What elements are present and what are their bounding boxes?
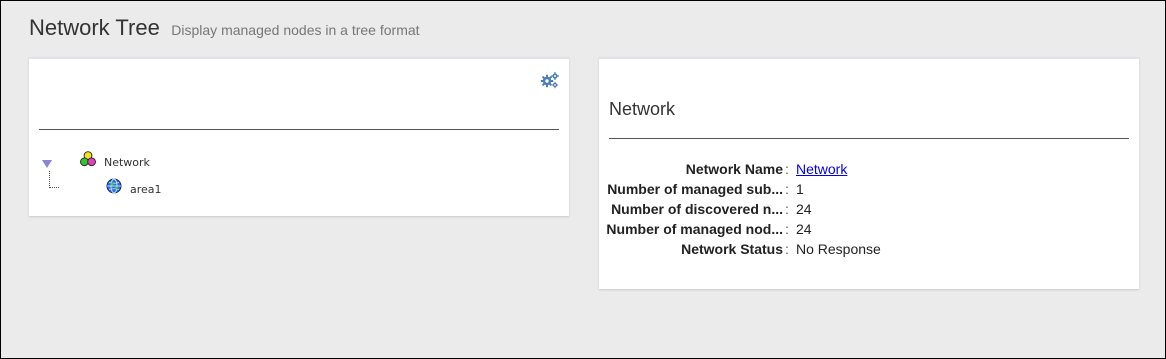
detail-key: Network Status [681,241,783,257]
network-group-icon [80,151,96,167]
tree-node-area1[interactable]: area1 [130,183,162,196]
globe-icon [106,178,122,194]
details-panel: Network Network Name : Network Number of… [599,57,1139,289]
network-name-link[interactable]: Network [796,161,847,177]
status-value: No Response [796,241,881,257]
detail-separator: : [785,181,789,197]
detail-separator: : [785,201,789,217]
gear-icon[interactable] [540,71,560,89]
tree-panel: Network area1 [29,57,569,216]
details-title: Network [609,99,676,119]
detail-key: Number of managed nod... [606,221,783,237]
detail-separator: : [785,221,789,237]
tree-node-network[interactable]: Network [104,156,150,169]
detail-key: Number of discovered n... [611,201,783,217]
detail-separator: : [785,241,789,257]
tree-connector [49,171,50,188]
detail-key: Network Name [685,161,783,177]
page-header: Network Tree Display managed nodes in a … [29,15,420,41]
detail-value: 1 [796,181,804,197]
detail-value: 24 [796,221,812,237]
page-title: Network Tree [29,15,160,40]
chevron-down-icon[interactable] [42,156,52,168]
detail-separator: : [785,161,789,177]
detail-key: Number of managed sub... [607,181,783,197]
page-subtitle: Display managed nodes in a tree format [171,22,420,38]
tree-connector [49,187,59,188]
detail-value: 24 [796,201,812,217]
divider [39,129,559,130]
divider [609,138,1129,139]
